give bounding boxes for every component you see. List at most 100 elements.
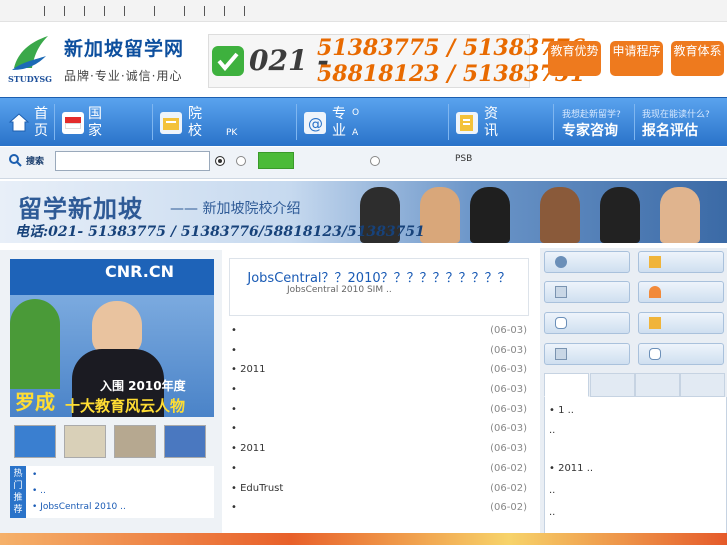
nav-divider <box>296 104 297 140</box>
topbar-link[interactable] <box>204 6 205 16</box>
feature-photo[interactable]: CNR.CN 罗成 入围 2010年度 十大教育风云人物 <box>10 259 214 417</box>
headline-title[interactable]: JobsCentral？？2010？？？？？？？？？？ <box>230 267 528 286</box>
news-row[interactable]: • (06-02) <box>229 459 529 479</box>
topbar-link[interactable] <box>104 6 105 16</box>
education-advantage-button[interactable]: 教育优势 <box>548 41 601 76</box>
side-list-item[interactable]: • 1 .. <box>549 405 574 416</box>
site-name[interactable]: 新加坡留学网 <box>64 34 184 61</box>
feature-thumbnail[interactable] <box>14 425 56 458</box>
assess-question: 我现在能读什么? <box>642 110 710 120</box>
side-tab[interactable] <box>680 373 725 397</box>
search-scope-radio[interactable] <box>236 156 246 166</box>
news-title[interactable]: • <box>231 463 237 474</box>
news-row[interactable]: • (06-03) <box>229 419 529 439</box>
chat-icon <box>649 348 661 360</box>
news-row[interactable]: • (06-03) <box>229 400 529 420</box>
expert-consult-link[interactable]: 专家咨询 <box>562 120 618 140</box>
at-sign-icon: @ <box>304 112 326 134</box>
news-title[interactable]: • <box>231 404 237 415</box>
news-date: (06-02) <box>490 463 527 474</box>
quick-link-button[interactable] <box>544 343 630 365</box>
news-title[interactable]: • <box>231 325 237 336</box>
feature-caption: 入围 2010年度 <box>100 379 186 393</box>
topbar-link[interactable] <box>154 6 155 16</box>
nav-institutions-sub[interactable]: PK <box>226 128 237 138</box>
side-tab[interactable] <box>590 373 635 397</box>
news-row[interactable]: • (06-03) <box>229 321 529 341</box>
topbar-link[interactable] <box>224 6 225 16</box>
nav-country[interactable]: 国家 <box>60 104 152 140</box>
search-icon <box>9 154 22 167</box>
quick-links-panel: • 1 .. .. • 2011 .. .. .. <box>540 248 727 545</box>
nav-majors[interactable]: @ 专业 O A <box>302 104 448 140</box>
news-title[interactable]: • 2011 <box>231 364 266 375</box>
quick-link-button[interactable] <box>544 251 630 273</box>
graduate-figure <box>420 187 460 243</box>
quick-link-button[interactable] <box>638 343 724 365</box>
news-row[interactable]: • 2011 (06-03) <box>229 360 529 380</box>
hot-item[interactable]: • .. <box>32 486 46 496</box>
side-list-item[interactable]: .. <box>549 425 555 436</box>
topbar-link[interactable] <box>244 6 245 16</box>
svg-text:@: @ <box>308 115 323 133</box>
news-row[interactable]: • (06-03) <box>229 380 529 400</box>
hot-item[interactable]: • JobsCentral 2010 .. <box>32 502 126 512</box>
nav-home[interactable]: 首页 <box>6 104 56 140</box>
search-button[interactable] <box>258 152 294 169</box>
feature-thumbnail[interactable] <box>114 425 156 458</box>
news-title[interactable]: • EduTrust <box>231 483 283 494</box>
news-title[interactable]: • <box>231 423 237 434</box>
news-title[interactable]: • <box>231 384 237 395</box>
news-date: (06-02) <box>490 502 527 513</box>
news-row[interactable]: • 2011 (06-03) <box>229 439 529 459</box>
search-bar: 搜索 PSB <box>0 147 727 179</box>
news-row[interactable]: • (06-03) <box>229 341 529 361</box>
side-tab[interactable] <box>544 373 589 397</box>
side-list-item[interactable]: .. <box>549 507 555 518</box>
topbar-link[interactable] <box>64 6 65 16</box>
news-title[interactable]: • <box>231 502 237 513</box>
apply-assessment-link[interactable]: 报名评估 <box>642 120 698 140</box>
education-system-button[interactable]: 教育体系 <box>671 41 724 76</box>
site-header: STUDYSG 新加坡留学网 品牌·专业·诚信·用心 021 - 5138377… <box>0 22 727 96</box>
quick-link-button[interactable] <box>638 312 724 334</box>
news-title[interactable]: • 2011 <box>231 443 266 454</box>
nav-news[interactable]: 资讯 <box>454 104 550 140</box>
search-input[interactable] <box>55 151 210 171</box>
application-process-button[interactable]: 申请程序 <box>610 41 663 76</box>
nav-majors-sub[interactable]: O <box>352 108 359 118</box>
topbar-link[interactable] <box>184 6 185 16</box>
quick-link-button[interactable] <box>544 281 630 303</box>
nav-institutions[interactable]: 院校 PK <box>158 104 296 140</box>
quick-link-button[interactable] <box>638 281 724 303</box>
side-list-item[interactable]: • 2011 .. <box>549 463 593 474</box>
nav-majors-sub[interactable]: A <box>352 128 358 138</box>
topbar-link[interactable] <box>44 6 45 16</box>
graduate-figure <box>600 187 640 243</box>
promo-banner[interactable]: 留学新加坡 —— 新加坡院校介绍 电话:021- 51383775 / 5138… <box>0 181 727 243</box>
site-logo[interactable]: STUDYSG <box>8 34 52 84</box>
main-nav: 首页 国家 院校 PK @ 专业 O A 资讯 我想赴新留学? 专家咨询 我现在… <box>0 97 727 146</box>
hot-item[interactable]: • <box>32 470 37 480</box>
topbar-link[interactable] <box>124 6 125 16</box>
banner-subtitle: —— 新加坡院校介绍 <box>170 201 301 217</box>
psb-tag[interactable]: PSB <box>455 154 472 164</box>
site-slogan: 品牌·专业·诚信·用心 <box>64 69 183 83</box>
nav-divider <box>54 104 55 140</box>
news-date: (06-03) <box>490 423 527 434</box>
search-filter-radio[interactable] <box>370 156 380 166</box>
side-tab[interactable] <box>635 373 680 397</box>
news-row[interactable]: • EduTrust (06-02) <box>229 479 529 499</box>
side-list-item[interactable]: .. <box>549 485 555 496</box>
feature-thumbnail[interactable] <box>164 425 206 458</box>
document-icon <box>555 286 567 298</box>
quick-link-button[interactable] <box>544 312 630 334</box>
nav-divider <box>553 104 554 140</box>
news-title[interactable]: • <box>231 345 237 356</box>
news-row[interactable]: • (06-02) <box>229 498 529 518</box>
topbar-link[interactable] <box>84 6 85 16</box>
news-date: (06-03) <box>490 404 527 415</box>
search-scope-radio[interactable] <box>215 156 225 166</box>
feature-thumbnail[interactable] <box>64 425 106 458</box>
quick-link-button[interactable] <box>638 251 724 273</box>
